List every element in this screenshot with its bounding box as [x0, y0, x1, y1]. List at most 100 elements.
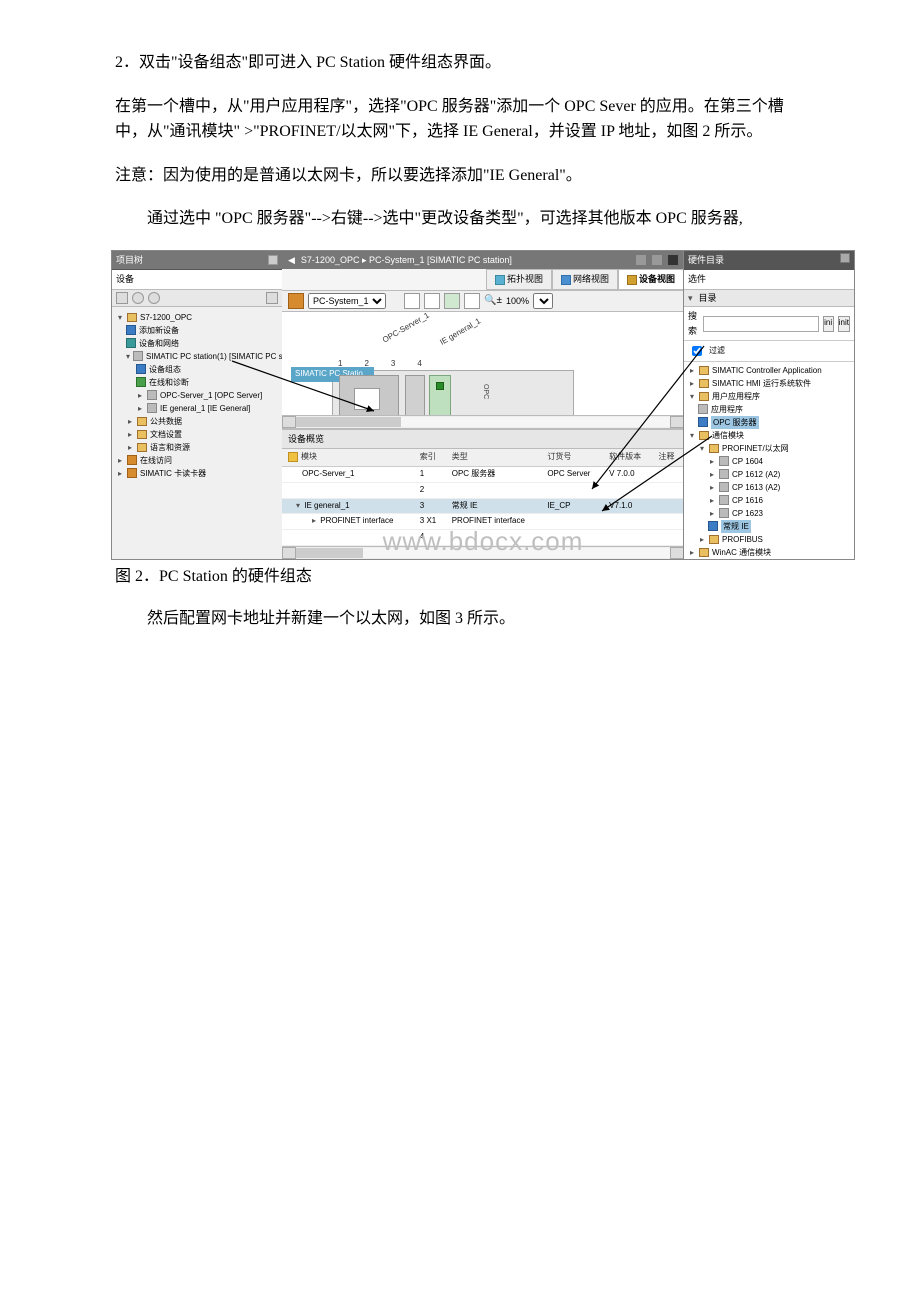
- catalog-item-ie-general[interactable]: 常规 IE: [688, 520, 852, 533]
- catalog-item[interactable]: ▸CP 1623: [688, 507, 852, 520]
- table-header-row: 模块 索引 类型 订货号 软件版本 注释: [282, 449, 684, 466]
- scroll-left-icon[interactable]: [282, 416, 296, 428]
- zoom-select[interactable]: [533, 293, 553, 309]
- module-icon: [147, 403, 157, 413]
- toolbar-btn-4[interactable]: [444, 293, 460, 309]
- search-label: 搜索: [688, 309, 699, 338]
- nav-btn-3[interactable]: [148, 292, 160, 304]
- folder-icon: [709, 535, 719, 544]
- tree-node-doc-settings[interactable]: ▸文档设置: [116, 428, 280, 441]
- catalog-panel: 硬件目录 选件 ▾ 目录 搜索 ini init 过滤 ▸SIMATIC Con…: [683, 251, 854, 559]
- canvas-hscroll[interactable]: [282, 415, 684, 428]
- catalog-item-opc-server[interactable]: OPC 服务器: [688, 416, 852, 429]
- tree-node-pc-station[interactable]: ▾SIMATIC PC station(1) [SIMATIC PC stati…: [116, 350, 280, 363]
- tab-topology-view[interactable]: 拓扑视图: [486, 269, 552, 289]
- table-row[interactable]: ▾ IE general_1 3常规 IE IE_CPV7.1.0: [282, 498, 684, 514]
- tree-node-lang-res[interactable]: ▸语言和资源: [116, 441, 280, 454]
- tree-node-add-device[interactable]: 添加新设备: [116, 324, 280, 337]
- scroll-thumb[interactable]: [296, 548, 363, 558]
- pc-icon: [133, 351, 143, 361]
- catalog-item[interactable]: ▸CP 1616: [688, 494, 852, 507]
- window-min-icon[interactable]: [636, 255, 646, 265]
- folder-icon: [137, 417, 147, 426]
- module-icon: [708, 521, 718, 531]
- toolbar-btn-1[interactable]: [288, 293, 304, 309]
- module-icon: [147, 390, 157, 400]
- catalog-item[interactable]: ▸CP 1612 (A2): [688, 468, 852, 481]
- pin-icon[interactable]: [840, 253, 850, 263]
- slot-label-iegeneral: IE general_1: [438, 315, 484, 349]
- scroll-left-icon[interactable]: [282, 547, 296, 559]
- module-icon: [719, 469, 729, 479]
- options-bar: 选件: [684, 270, 854, 289]
- pin-icon[interactable]: [268, 255, 278, 265]
- breadcrumb-back-icon[interactable]: ◀: [288, 253, 295, 267]
- folder-icon: [127, 455, 137, 465]
- folder-icon: [699, 392, 709, 401]
- view-tabs: 拓扑视图 网络视图 设备视图: [282, 269, 684, 290]
- catalog-item[interactable]: ▸CP 1604: [688, 455, 852, 468]
- zoom-value[interactable]: 100%: [506, 294, 529, 308]
- config-icon: [136, 364, 146, 374]
- tree-node-ie-general[interactable]: ▸IE general_1 [IE General]: [116, 402, 280, 415]
- project-tree-panel: 项目树 设备 ▾S7-1200_OPC 添加新设备 设备和网络 ▾SIMATIC…: [112, 251, 283, 559]
- toolbar-btn-3[interactable]: [424, 293, 440, 309]
- btn-init[interactable]: init: [838, 316, 850, 332]
- scroll-right-icon[interactable]: [670, 547, 684, 559]
- folder-icon: [699, 548, 709, 557]
- catalog-item[interactable]: ▸PROFIBUS: [688, 533, 852, 546]
- toolbar-btn-5[interactable]: [464, 293, 480, 309]
- tab-network-view[interactable]: 网络视图: [552, 269, 618, 289]
- catalog-item[interactable]: ▾用户应用程序: [688, 390, 852, 403]
- device-icon: [627, 275, 637, 285]
- tree-node-project[interactable]: ▾S7-1200_OPC: [116, 311, 280, 324]
- window-close-icon[interactable]: [668, 255, 678, 265]
- module-icon: [698, 417, 708, 427]
- breadcrumb-bar: ◀ S7-1200_OPC ▸ PC-System_1 [SIMATIC PC …: [282, 251, 684, 269]
- scroll-right-icon[interactable]: [670, 416, 684, 428]
- tree-node-card-reader[interactable]: ▸SIMATIC 卡读卡器: [116, 467, 280, 480]
- btn-ini[interactable]: ini: [823, 316, 834, 332]
- table-row[interactable]: OPC-Server_1 1OPC 服务器 OPC ServerV 7.0.0: [282, 466, 684, 482]
- project-tree: ▾S7-1200_OPC 添加新设备 设备和网络 ▾SIMATIC PC sta…: [112, 307, 282, 484]
- catalog-item[interactable]: ▸CP 1613 (A2): [688, 481, 852, 494]
- station-select[interactable]: PC-System_1: [308, 293, 386, 309]
- catalog-search-input[interactable]: [703, 316, 819, 332]
- folder-icon: [699, 366, 709, 375]
- catalog-item[interactable]: ▸SIMATIC Controller Application: [688, 364, 852, 377]
- doc-line-4: 通过选中 "OPC 服务器"-->右键-->选中"更改设备类型"，可选择其他版本…: [115, 206, 805, 232]
- catalog-item[interactable]: ▸SIMATIC HMI 运行系统软件: [688, 377, 852, 390]
- toolbar-btn-2[interactable]: [404, 293, 420, 309]
- folder-icon: [137, 430, 147, 439]
- catalog-item[interactable]: ▸WinAC 通信模块: [688, 546, 852, 559]
- tree-node-common-data[interactable]: ▸公共数据: [116, 415, 280, 428]
- nav-btn-2[interactable]: [132, 292, 144, 304]
- scroll-thumb[interactable]: [296, 417, 401, 427]
- tree-node-online-access[interactable]: ▸在线访问: [116, 454, 280, 467]
- tree-node-devices-networks[interactable]: 设备和网络: [116, 337, 280, 350]
- slot2-vlabel: OPC: [480, 384, 491, 399]
- watermark-text: www.bdocx.com: [383, 521, 584, 563]
- folder-icon: [699, 431, 709, 440]
- screenshot-figure-2: 项目树 设备 ▾S7-1200_OPC 添加新设备 设备和网络 ▾SIMATIC…: [111, 250, 855, 560]
- tab-device-view[interactable]: 设备视图: [618, 269, 684, 289]
- tree-node-online-diag[interactable]: 在线和诊断: [116, 376, 280, 389]
- tree-node-opc-server[interactable]: ▸OPC-Server_1 [OPC Server]: [116, 389, 280, 402]
- table-row[interactable]: 2: [282, 482, 684, 498]
- catalog-title-bar: 硬件目录: [684, 251, 854, 270]
- nav-btn-1[interactable]: [116, 292, 128, 304]
- tree-nav-bar: [112, 290, 282, 307]
- tree-node-device-config[interactable]: 设备组态: [116, 363, 280, 376]
- device-canvas[interactable]: OPC-Server_1 IE general_1 1234 SIMATIC P…: [282, 312, 684, 429]
- topology-icon: [495, 275, 505, 285]
- project-tree-title-bar: 项目树: [112, 251, 282, 270]
- nav-btn-expand[interactable]: [266, 292, 278, 304]
- filter-checkbox[interactable]: [692, 346, 702, 356]
- folder-icon: [709, 444, 719, 453]
- catalog-item[interactable]: ▾通信模块: [688, 429, 852, 442]
- catalog-search-row: 搜索 ini init: [684, 307, 854, 341]
- zoom-icon[interactable]: 🔍±: [484, 293, 502, 309]
- window-max-icon[interactable]: [652, 255, 662, 265]
- catalog-item[interactable]: ▾PROFINET/以太网: [688, 442, 852, 455]
- catalog-item[interactable]: 应用程序: [688, 403, 852, 416]
